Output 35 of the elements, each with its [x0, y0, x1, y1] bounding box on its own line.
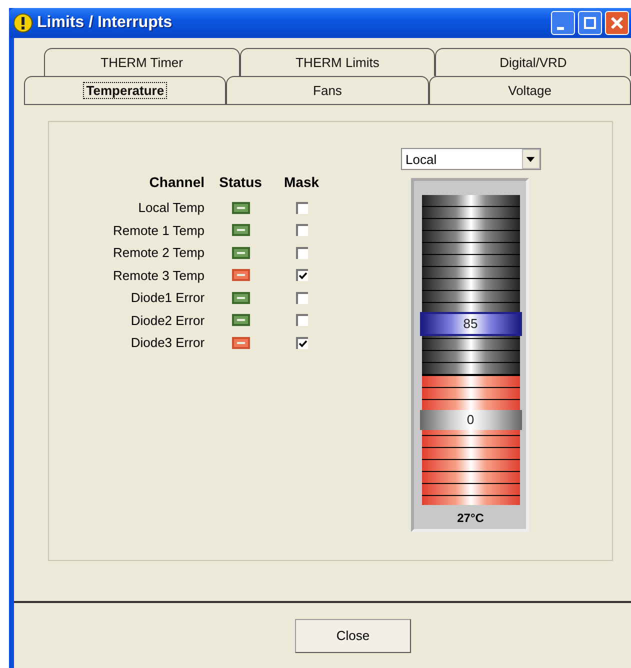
low-limit-marker[interactable]: 0: [420, 410, 522, 430]
window-title: Limits / Interrupts: [37, 14, 172, 32]
channel-label: Diode2 Error: [130, 312, 206, 328]
mask-checkbox[interactable]: [296, 224, 308, 236]
column-header: Channel: [148, 174, 206, 192]
mask-checkbox[interactable]: [296, 269, 308, 282]
channel-label: Diode1 Error: [130, 290, 206, 306]
temperature-reading: 27°C: [456, 510, 485, 527]
high-limit-marker[interactable]: 85: [420, 312, 522, 336]
column-header: Status: [218, 174, 263, 192]
mask-checkbox[interactable]: [296, 336, 308, 349]
close-window-button[interactable]: [605, 11, 629, 35]
warning-icon: [13, 13, 33, 33]
tab[interactable]: THERM Limits: [240, 48, 436, 76]
channel-dropdown[interactable]: Local: [400, 148, 541, 170]
channel-label: Local Temp: [137, 200, 206, 216]
column-header: Mask: [283, 174, 320, 192]
minimize-icon: [557, 26, 564, 30]
mask-checkbox[interactable]: [296, 202, 308, 214]
tab[interactable]: Voltage: [428, 76, 631, 104]
channel-label: Remote 1 Temp: [113, 222, 206, 238]
tab[interactable]: Digital/VRD: [435, 48, 631, 76]
tab[interactable]: Temperature: [24, 76, 226, 104]
tab[interactable]: Fans: [226, 76, 429, 104]
caret-icon: [526, 156, 536, 162]
mask-checkbox[interactable]: [296, 292, 308, 304]
minimize-button[interactable]: [551, 11, 575, 35]
channel-label: Diode3 Error: [130, 335, 206, 350]
maximize-button[interactable]: [578, 11, 602, 35]
channel-label: Remote 2 Temp: [113, 245, 206, 260]
channel-label: Remote 3 Temp: [113, 268, 206, 283]
tab[interactable]: THERM Timer: [44, 48, 240, 76]
close-button[interactable]: Close: [295, 618, 411, 652]
mask-checkbox[interactable]: [296, 246, 308, 259]
mask-checkbox[interactable]: [296, 314, 308, 326]
